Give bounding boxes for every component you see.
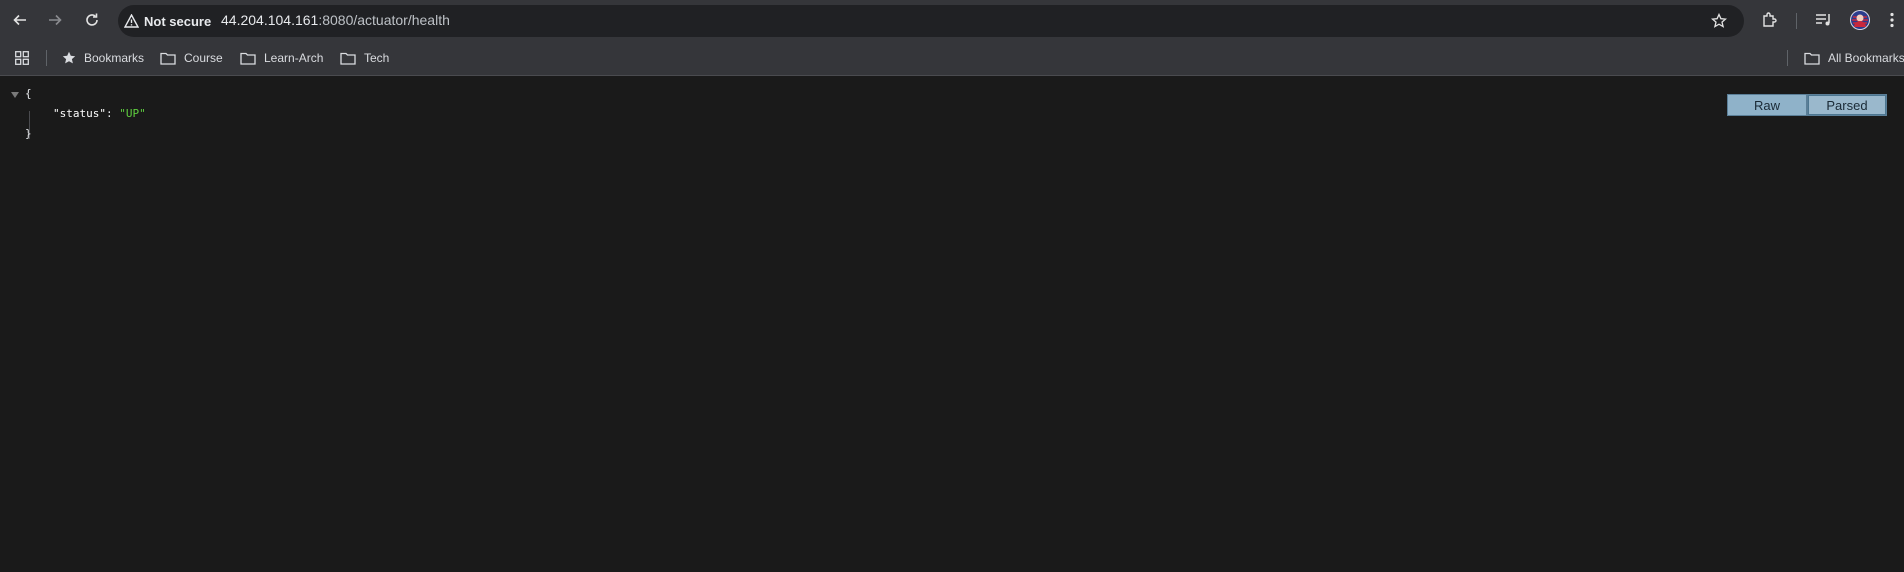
folder-icon xyxy=(240,52,256,65)
security-label: Not secure xyxy=(144,13,212,29)
bookmark-bookmarks[interactable]: Bookmarks xyxy=(62,49,144,67)
url-path: :8080/actuator/health xyxy=(318,12,450,28)
url-host: 44.204.104.161 xyxy=(221,12,319,28)
profile-button[interactable] xyxy=(1848,8,1872,32)
bookmarks-bar: Bookmarks Course Learn-Arch Tech All Boo… xyxy=(0,41,1904,76)
forward-arrow-icon xyxy=(49,14,62,26)
browser-toolbar: Not secure 44.204.104.161:8080/actuator/… xyxy=(0,0,1904,41)
bookmark-star-button[interactable] xyxy=(1708,10,1730,32)
bookmarks-divider xyxy=(46,50,47,66)
json-viewer: { "status": "UP" } Raw Parsed xyxy=(0,76,1904,572)
collapse-triangle-icon[interactable] xyxy=(11,92,19,99)
json-open-brace: { xyxy=(25,87,32,100)
view-toggle: Raw Parsed xyxy=(1727,94,1887,116)
media-queue-icon xyxy=(1816,14,1830,26)
extensions-icon xyxy=(1763,12,1777,27)
bookmark-learn-arch[interactable]: Learn-Arch xyxy=(240,49,323,67)
security-indicator[interactable]: Not secure xyxy=(124,10,214,32)
profile-avatar-icon xyxy=(1850,10,1870,30)
toolbar-divider xyxy=(1796,13,1797,29)
bookmark-course[interactable]: Course xyxy=(160,49,223,67)
url-text[interactable]: 44.204.104.161:8080/actuator/health xyxy=(221,12,450,28)
folder-icon xyxy=(340,52,356,65)
all-bookmarks-button[interactable]: All Bookmarks xyxy=(1804,49,1904,67)
back-button[interactable] xyxy=(8,8,32,32)
bookmark-tech[interactable]: Tech xyxy=(340,49,389,67)
json-property: "status": "UP" xyxy=(53,104,146,124)
folder-icon xyxy=(160,52,176,65)
extensions-button[interactable] xyxy=(1758,8,1782,32)
star-icon xyxy=(1711,13,1727,28)
back-arrow-icon xyxy=(13,14,26,26)
parsed-button[interactable]: Parsed xyxy=(1807,94,1887,116)
apps-button[interactable] xyxy=(15,49,37,67)
json-key: "status" xyxy=(53,107,106,120)
json-close-brace: } xyxy=(25,127,32,140)
json-value: "UP" xyxy=(119,107,146,120)
reload-icon xyxy=(86,13,98,26)
bookmark-label: Tech xyxy=(364,51,390,65)
media-queue-button[interactable] xyxy=(1812,8,1836,32)
address-bar[interactable]: Not secure 44.204.104.161:8080/actuator/… xyxy=(118,5,1744,37)
kebab-menu-icon xyxy=(1890,12,1894,28)
reload-button[interactable] xyxy=(80,8,104,32)
browser-menu-button[interactable] xyxy=(1884,8,1900,32)
raw-button[interactable]: Raw xyxy=(1727,94,1807,116)
json-colon: : xyxy=(105,107,120,120)
bookmark-label: Learn-Arch xyxy=(264,51,324,65)
bookmark-label: Course xyxy=(184,51,223,65)
bookmarks-divider xyxy=(1787,50,1788,66)
folder-icon xyxy=(1804,52,1820,65)
bookmark-label: Bookmarks xyxy=(84,51,145,65)
star-icon xyxy=(62,51,76,64)
apps-grid-icon xyxy=(15,51,29,65)
warning-triangle-icon xyxy=(124,14,139,28)
forward-button[interactable] xyxy=(43,8,67,32)
all-bookmarks-label: All Bookmarks xyxy=(1828,51,1904,65)
